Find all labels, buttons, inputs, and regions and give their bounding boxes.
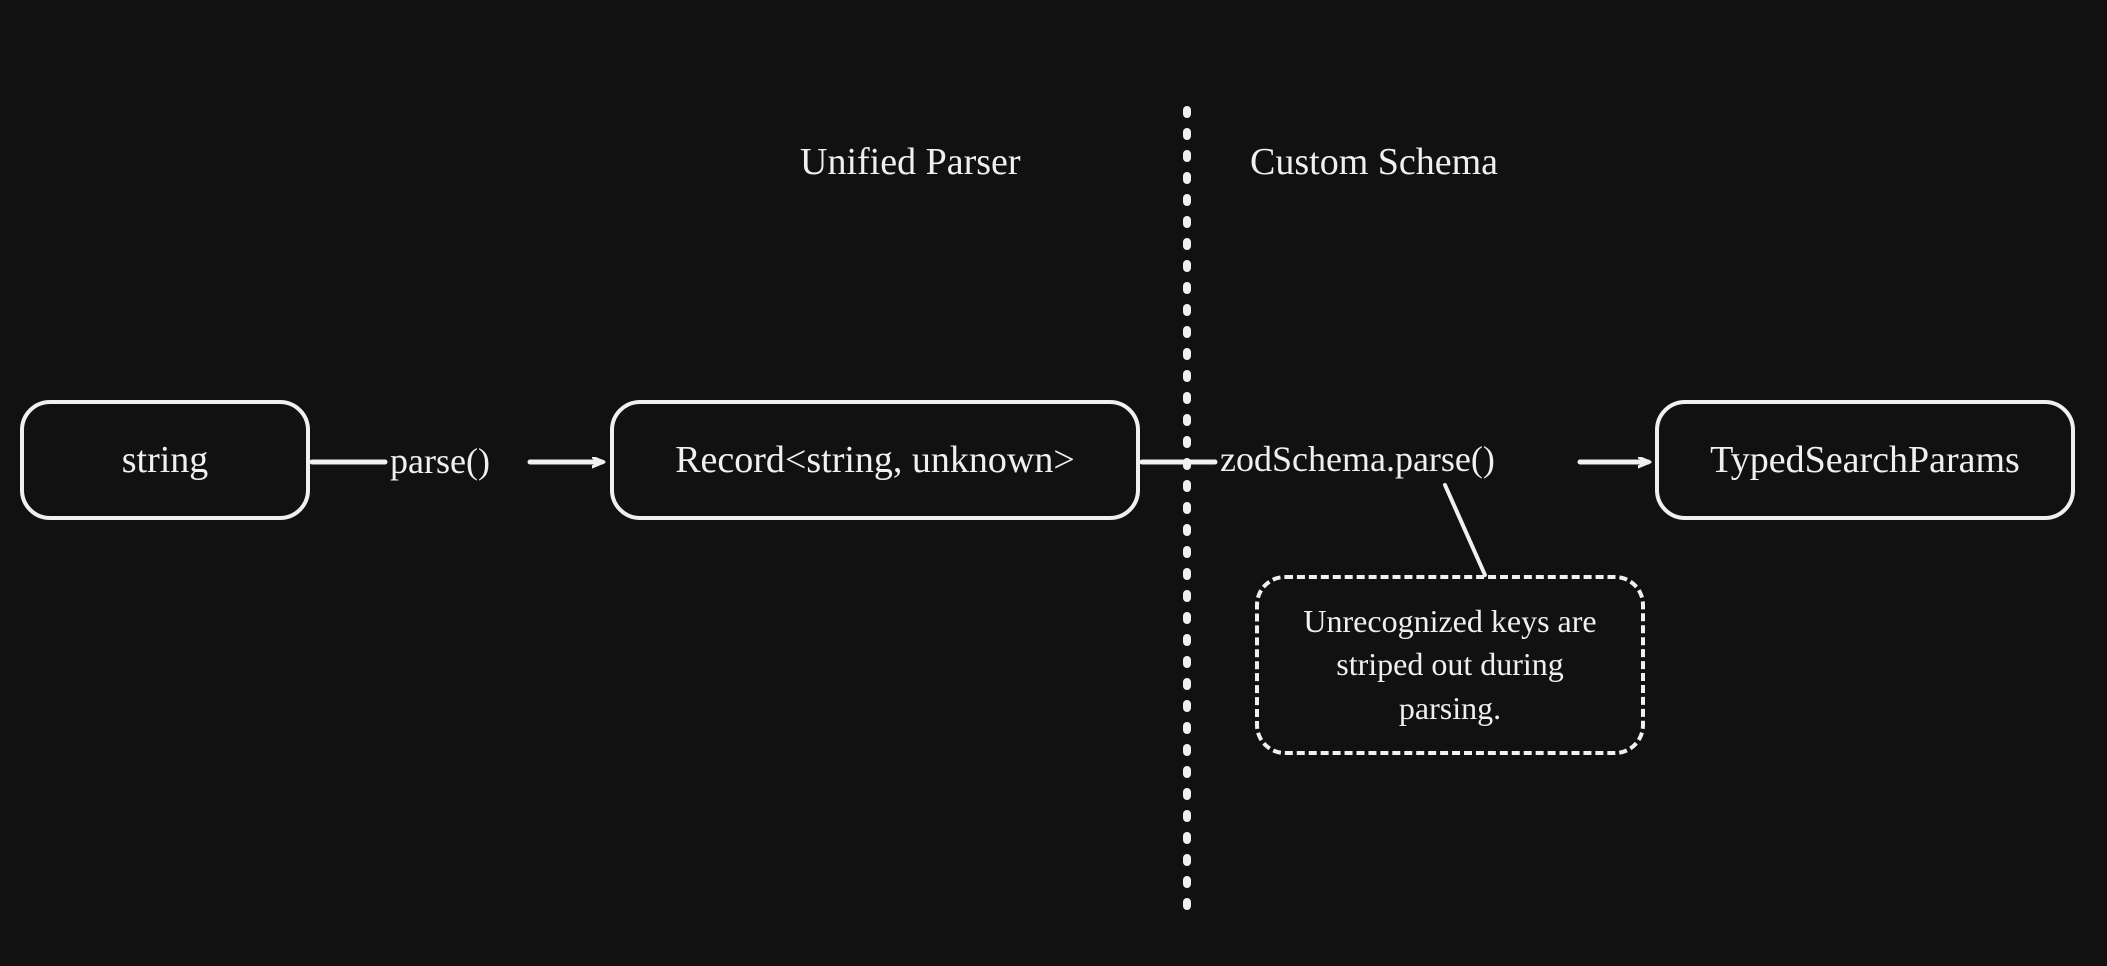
node-string: string <box>20 400 310 520</box>
edge-label-parse: parse() <box>390 440 490 482</box>
node-record: Record<string, unknown> <box>610 400 1140 520</box>
note-unrecognized-keys: Unrecognized keys are striped out during… <box>1255 575 1645 755</box>
diagram-canvas: Unified Parser Custom Schema string Reco… <box>0 0 2107 966</box>
section-label-unified-parser: Unified Parser <box>800 140 1021 184</box>
node-typed-search-params: TypedSearchParams <box>1655 400 2075 520</box>
edge-label-zod-parse: zodSchema.parse() <box>1220 438 1495 480</box>
section-label-custom-schema: Custom Schema <box>1250 140 1498 184</box>
note-connector <box>1445 485 1485 575</box>
